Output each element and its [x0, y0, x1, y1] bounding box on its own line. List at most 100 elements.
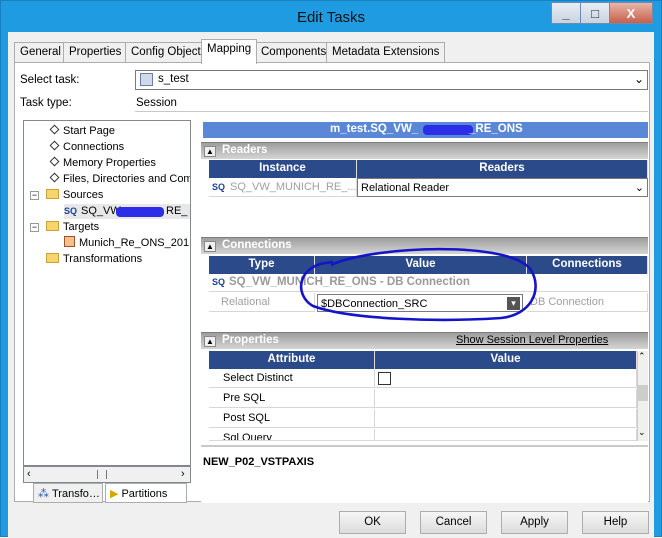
- property-row-sql-query: Sql Query: [209, 429, 375, 441]
- splitter[interactable]: [201, 445, 648, 447]
- dialog-client-area: General Properties Config Object Mapping…: [8, 32, 654, 538]
- title-bar[interactable]: Edit Tasks _ □ X: [1, 1, 661, 33]
- apply-button[interactable]: Apply: [501, 511, 568, 534]
- readers-section-title: Readers: [222, 144, 268, 156]
- tree-item-memory-properties[interactable]: Memory Properties: [49, 156, 156, 171]
- connections-group-text: SQ_VW_MUNICH_RE_ONS - DB Connection: [229, 276, 470, 288]
- select-task-value: s_test: [158, 73, 189, 85]
- tree-item-transformations[interactable]: Transformations: [46, 252, 142, 267]
- connections-conn-cell: DB Connection: [527, 293, 648, 312]
- tree-item-label-suffix: RE_: [166, 205, 188, 217]
- readers-dropdown-value: Relational Reader: [361, 182, 450, 194]
- sql-query-value-cell[interactable]: [375, 429, 637, 441]
- select-task-label: Select task:: [20, 74, 80, 86]
- connections-section-header[interactable]: ▲ Connections: [201, 237, 648, 254]
- collapse-icon[interactable]: ▲: [204, 336, 216, 347]
- diamond-icon: [49, 156, 60, 167]
- source-qualifier-icon: SQ: [212, 277, 226, 287]
- tree-item-sources[interactable]: Sources: [46, 188, 103, 203]
- mapping-tab-panel: Select task: s_test ⌄ Task type: Session…: [14, 62, 650, 503]
- navigation-tree: Start Page Connections Memory Properties…: [23, 120, 191, 466]
- collapse-icon[interactable]: −: [30, 223, 39, 232]
- connection-value-field[interactable]: $DBConnection_SRC ▾: [317, 294, 523, 312]
- tree-horizontal-scrollbar[interactable]: ‹ ›: [23, 466, 191, 483]
- tab-mapping[interactable]: Mapping: [201, 39, 258, 64]
- connections-group-row: SQ SQ_VW_MUNICH_RE_ONS - DB Connection: [209, 273, 648, 292]
- redaction-mark: [116, 207, 164, 217]
- diamond-icon: [49, 140, 60, 151]
- chevron-down-icon[interactable]: ⌄: [638, 427, 646, 438]
- property-row-post-sql: Post SQL: [209, 409, 375, 428]
- collapse-icon[interactable]: ▲: [204, 241, 216, 252]
- collapse-icon[interactable]: −: [30, 191, 39, 200]
- target-icon: [64, 236, 75, 247]
- tree-item-targets[interactable]: Targets: [46, 220, 99, 235]
- scroll-thumb-grip[interactable]: [97, 470, 107, 479]
- status-text: NEW_P02_VSTPAXIS: [203, 456, 315, 468]
- tree-item-connections[interactable]: Connections: [49, 140, 125, 155]
- readers-column-readers: Readers: [357, 160, 648, 178]
- properties-vertical-scrollbar[interactable]: ⌃ ⌄: [637, 351, 648, 441]
- transformation-icon: ⁂: [38, 488, 49, 500]
- edit-tasks-window: Edit Tasks _ □ X General Properties Conf…: [0, 0, 662, 538]
- tab-components[interactable]: Components: [255, 42, 333, 63]
- tree-item-label: Sources: [63, 189, 104, 201]
- tree-item-label: Memory Properties: [63, 157, 156, 169]
- partition-icon: ▶: [110, 488, 119, 500]
- maximize-button[interactable]: □: [580, 2, 610, 24]
- chevron-right-icon[interactable]: ›: [181, 468, 185, 480]
- properties-section-header[interactable]: ▲ Properties Show Session Level Properti…: [201, 332, 648, 349]
- scroll-thumb[interactable]: [638, 385, 648, 401]
- properties-section-title: Properties: [222, 334, 279, 346]
- property-row-pre-sql: Pre SQL: [209, 389, 375, 408]
- minimize-button[interactable]: _: [551, 2, 581, 24]
- select-distinct-checkbox[interactable]: [378, 372, 391, 385]
- ok-button[interactable]: OK: [339, 511, 406, 534]
- tab-label: Partitions: [121, 488, 168, 500]
- help-button[interactable]: Help: [582, 511, 649, 534]
- connections-column-type: Type: [209, 256, 315, 274]
- readers-instance-cell: SQ SQ_VW_MUNICH_RE_...: [209, 178, 357, 197]
- connections-column-value: Value: [315, 256, 527, 274]
- connection-browse-icon[interactable]: ▾: [507, 297, 520, 310]
- connections-section-title: Connections: [222, 239, 292, 251]
- tree-item-label: Munich_Re_ONS_201: [79, 237, 190, 249]
- redaction-mark: [423, 125, 473, 135]
- tab-partitions[interactable]: ▶ Partitions: [105, 483, 187, 503]
- chevron-left-icon[interactable]: ‹: [27, 468, 31, 480]
- folder-icon: [46, 221, 59, 231]
- tree-item-target[interactable]: Munich_Re_ONS_201: [64, 236, 189, 251]
- tree-item-label: Connections: [63, 141, 125, 153]
- properties-column-attribute: Attribute: [209, 351, 375, 369]
- connection-value-text: $DBConnection_SRC: [321, 298, 428, 310]
- tab-properties[interactable]: Properties: [63, 42, 128, 63]
- readers-instance-text: SQ_VW_MUNICH_RE_...: [230, 181, 357, 193]
- show-session-properties-link[interactable]: Show Session Level Properties: [456, 334, 608, 346]
- diamond-icon: [49, 172, 60, 183]
- pre-sql-value-cell[interactable]: [375, 389, 637, 408]
- chevron-up-icon[interactable]: ⌃: [638, 351, 646, 362]
- tree-item-files-directories[interactable]: Files, Directories and Com: [49, 172, 190, 187]
- tab-metadata-extensions[interactable]: Metadata Extensions: [326, 42, 446, 63]
- tab-transformations[interactable]: ⁂ Transfo…: [33, 483, 103, 503]
- tab-general[interactable]: General: [14, 42, 67, 63]
- task-type-label: Task type:: [20, 97, 72, 109]
- tab-config-object[interactable]: Config Object: [125, 42, 207, 63]
- readers-section-header[interactable]: ▲ Readers: [201, 142, 648, 159]
- source-qualifier-icon: SQ: [64, 206, 78, 216]
- post-sql-value-cell[interactable]: [375, 409, 637, 428]
- mapping-title-bar: m_test.SQ_VW_ _RE_ONS: [203, 122, 648, 138]
- cancel-button[interactable]: Cancel: [420, 511, 487, 534]
- tab-label: Transfo…: [52, 488, 100, 500]
- collapse-icon[interactable]: ▲: [204, 146, 216, 157]
- property-row-select-distinct: Select Distinct: [209, 369, 375, 388]
- select-distinct-value-cell: [375, 369, 637, 388]
- readers-dropdown[interactable]: Relational Reader ⌄: [357, 178, 648, 197]
- mapping-title-right: _RE_ONS: [469, 123, 523, 135]
- folder-icon: [46, 253, 59, 263]
- tree-item-start-page[interactable]: Start Page: [49, 124, 115, 139]
- close-button[interactable]: X: [609, 2, 653, 24]
- tree-item-label: Start Page: [63, 125, 115, 137]
- select-task-dropdown[interactable]: s_test ⌄: [135, 70, 648, 90]
- connections-column-connections: Connections: [527, 256, 648, 274]
